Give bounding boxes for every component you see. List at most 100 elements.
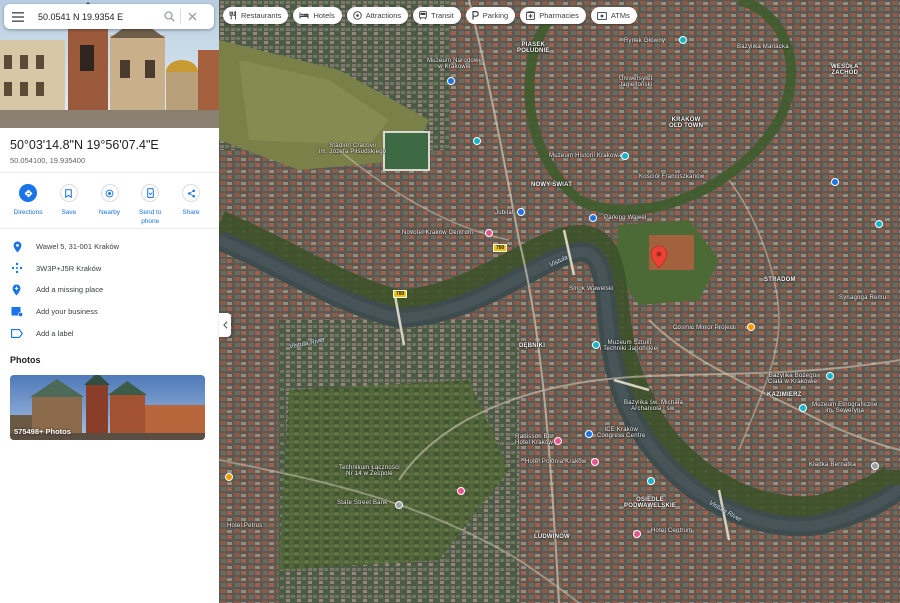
side-panel: 50°03'14.8"N 19°56'07.4"E 50.054100, 19.… [0,0,219,603]
poi-label[interactable]: Muzeum Narodowe w Krakowie [427,58,482,70]
poi-label[interactable]: Radisson Blu Hotel Kraków [515,434,553,446]
chip-transit-label: Transit [431,11,454,20]
poi-label[interactable]: Bazylika Bożego Ciała w Krakowie [768,373,817,385]
poi-label[interactable]: Hotel Polonia Kraków [525,459,586,465]
send-to-phone-label: Send to phone [139,209,162,225]
chip-restaurants-label: Restaurants [241,11,282,20]
satellite-map[interactable]: Restaurants Hotels Attractions Transit P… [219,0,900,603]
poi-label[interactable]: Smok Wawelski [569,286,614,292]
poi-label[interactable]: Bazylika Mariacka [737,44,789,50]
hotel-pin-icon[interactable] [591,458,599,466]
chip-hotels-label: Hotels [313,11,335,20]
address-row[interactable]: Wawel 5, 31-001 Kraków [0,236,219,258]
poi-label[interactable]: Parking Wawel [604,215,646,221]
attraction-pin-icon[interactable] [826,372,834,380]
parking-icon [472,11,479,20]
chip-transit[interactable]: Transit [413,7,461,24]
chip-attractions[interactable]: Attractions [346,7,409,24]
share-button[interactable]: Share [171,184,211,226]
chip-hotels[interactable]: Hotels [293,7,342,24]
search-input[interactable] [38,11,158,22]
category-chips: Restaurants Hotels Attractions Transit P… [223,7,637,24]
collapse-panel-button[interactable] [219,313,231,337]
menu-icon[interactable] [6,4,30,29]
send-to-phone-button[interactable]: Send to phone [130,184,170,226]
transit-pin-icon[interactable] [585,430,593,438]
poi-label[interactable]: Muzeum Historii Krakowa [549,153,622,159]
poi-label[interactable]: Muzeum Etnograficzne im. Seweryna [812,402,877,414]
district-label: DĘBNIKI [519,343,546,349]
attraction-pin-icon[interactable] [679,36,687,44]
info-list: Wawel 5, 31-001 Kraków 3W3P+J5R Kraków A… [0,236,219,344]
hotel-icon [299,12,309,19]
plus-code-icon [10,261,24,275]
restaurant-icon [229,11,237,20]
chip-pharmacies[interactable]: Pharmacies [520,7,586,24]
attraction-pin-icon[interactable] [621,152,629,160]
chip-atms[interactable]: ATMs [590,7,637,24]
label-icon [10,326,24,340]
road-shield: 780 [493,244,508,252]
chip-restaurants[interactable]: Restaurants [223,7,289,24]
plus-code-row[interactable]: 3W3P+J5R Kraków [0,258,219,280]
save-button[interactable]: Save [49,184,89,226]
nearby-button[interactable]: Nearby [90,184,130,226]
add-label-row[interactable]: Add a label [0,322,219,344]
poi-label[interactable]: State Street Bank [337,500,387,506]
museum-pin-icon[interactable] [447,77,455,85]
search-icon[interactable] [158,4,180,29]
hotel-pin-icon[interactable] [457,487,465,495]
chevron-left-icon [222,321,227,329]
poi-label[interactable]: Stadion Cracovii im. Józefa Piłsudskiego [319,143,386,155]
poi-label[interactable]: Rynek Główny [624,38,665,44]
share-icon [182,184,200,202]
chip-parking[interactable]: Parking [465,7,516,24]
poi-label[interactable]: Novotel Kraków Centrum [402,230,473,236]
food-pin-icon[interactable] [225,473,233,481]
bookmark-icon [59,184,78,202]
attraction-pin-icon[interactable] [747,323,755,331]
divider [0,172,219,173]
business-pin-icon[interactable] [395,501,403,509]
poi-label[interactable]: Kościół Franciszkanów [639,174,704,180]
directions-label: Directions [13,209,43,216]
poi-label[interactable]: Technikum Łączności Nr 14 w Zespole [339,465,400,477]
poi-label[interactable]: ICE Kraków Congress Centre [597,427,645,439]
close-icon[interactable] [181,4,203,29]
business-icon [10,305,24,319]
bridge-pin-icon[interactable] [871,462,879,470]
district-label: KRAKÓW OLD TOWN [669,117,704,129]
attraction-pin-icon[interactable] [647,477,655,485]
district-label: OSIEDLE PODWAWELSKIE [624,497,677,509]
parking-pin-icon[interactable] [589,214,597,222]
poi-label[interactable]: Uniwersytet Jagielloński [619,76,653,88]
attraction-pin-icon[interactable] [875,220,883,228]
museum-pin-icon[interactable] [799,404,807,412]
poi-label[interactable]: Synagoga Remu [839,295,886,301]
transit-pin-icon[interactable] [517,208,525,216]
divider [0,228,219,229]
museum-pin-icon[interactable] [592,341,600,349]
attraction-pin-icon[interactable] [473,137,481,145]
poi-label[interactable]: Cosmic Mirror Project [673,325,735,331]
search-box [4,4,214,29]
add-business-row[interactable]: Add your business [0,301,219,323]
add-missing-place-row[interactable]: Add a missing place [0,279,219,301]
hotel-pin-icon[interactable] [485,229,493,237]
hotel-pin-icon[interactable] [633,530,641,538]
chip-attractions-label: Attractions [365,11,402,20]
district-label: KAZIMIERZ [767,392,802,398]
poi-label[interactable]: Muzeum Sztuki i Techniki Japońskiej [600,340,659,352]
transit-pin-icon[interactable] [831,178,839,186]
chip-parking-label: Parking [482,11,509,20]
poi-label[interactable]: Kładka Bernatka [809,462,856,468]
district-label: STRADOM [764,277,796,283]
photo-card[interactable]: 575498+ Photos [10,375,205,440]
add-label-text: Add a label [36,328,74,338]
poi-label[interactable]: Hotel Petrus [227,523,262,529]
poi-label[interactable]: Hotel Centrum [651,528,692,534]
poi-label[interactable]: Bazylika św. Michała Archanioła i św. [624,400,683,412]
directions-button[interactable]: Directions [8,184,48,226]
hotel-pin-icon[interactable] [554,437,562,445]
poi-label[interactable]: Jubilat [495,210,514,216]
